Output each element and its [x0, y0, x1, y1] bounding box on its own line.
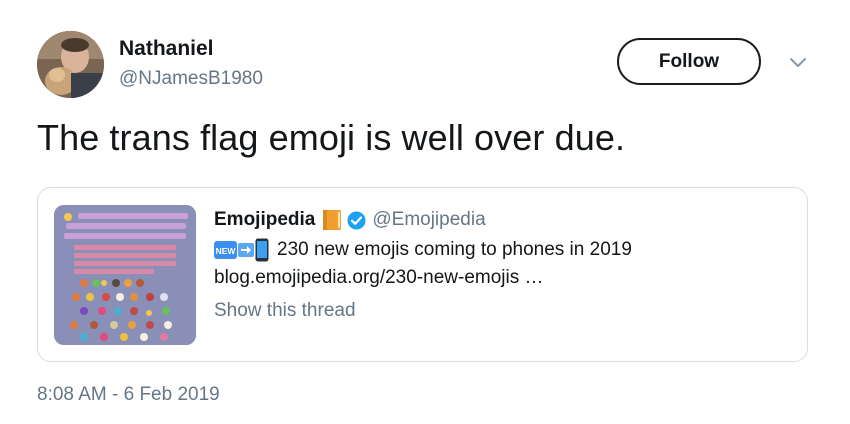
author-name[interactable]: Nathaniel	[119, 37, 214, 61]
quoted-tweet-thumbnail[interactable]	[54, 205, 196, 345]
quoted-author-handle[interactable]: @Emojipedia	[372, 209, 485, 231]
author-handle[interactable]: @NJamesB1980	[119, 68, 263, 90]
follow-button[interactable]: Follow	[617, 38, 761, 85]
show-thread-link[interactable]: Show this thread	[214, 300, 356, 322]
quoted-tweet-header: Emojipedia @Emojipedia	[214, 209, 486, 231]
quoted-tweet-link[interactable]: blog.emojipedia.org/230-new-emojis …	[214, 267, 544, 289]
right-arrow-icon	[238, 243, 254, 257]
profile-photo-icon	[37, 31, 104, 98]
orange-book-icon	[323, 210, 342, 230]
svg-text:NEW: NEW	[216, 246, 237, 256]
verified-badge-icon	[347, 211, 366, 229]
author-avatar[interactable]	[37, 31, 104, 98]
quoted-tweet-headline: 230 new emojis coming to phones in 2019	[277, 239, 632, 260]
tweet-timestamp[interactable]: 8:08 AM - 6 Feb 2019	[37, 384, 220, 406]
tweet: Nathaniel @NJamesB1980 Follow The trans …	[0, 0, 850, 424]
new-button-icon: NEW	[214, 241, 237, 259]
quoted-author-name[interactable]: Emojipedia	[214, 209, 315, 231]
mobile-phone-icon	[255, 238, 269, 262]
quoted-tweet-card[interactable]: Emojipedia @Emojipedia NEW 230 new emoji…	[37, 187, 808, 362]
quoted-tweet-text-line1: NEW 230 new emojis coming to phones in 2…	[214, 238, 632, 262]
tweet-text: The trans flag emoji is well over due.	[37, 117, 626, 158]
emoji-grid-preview-icon	[54, 205, 196, 345]
chevron-down-icon[interactable]	[788, 56, 808, 70]
